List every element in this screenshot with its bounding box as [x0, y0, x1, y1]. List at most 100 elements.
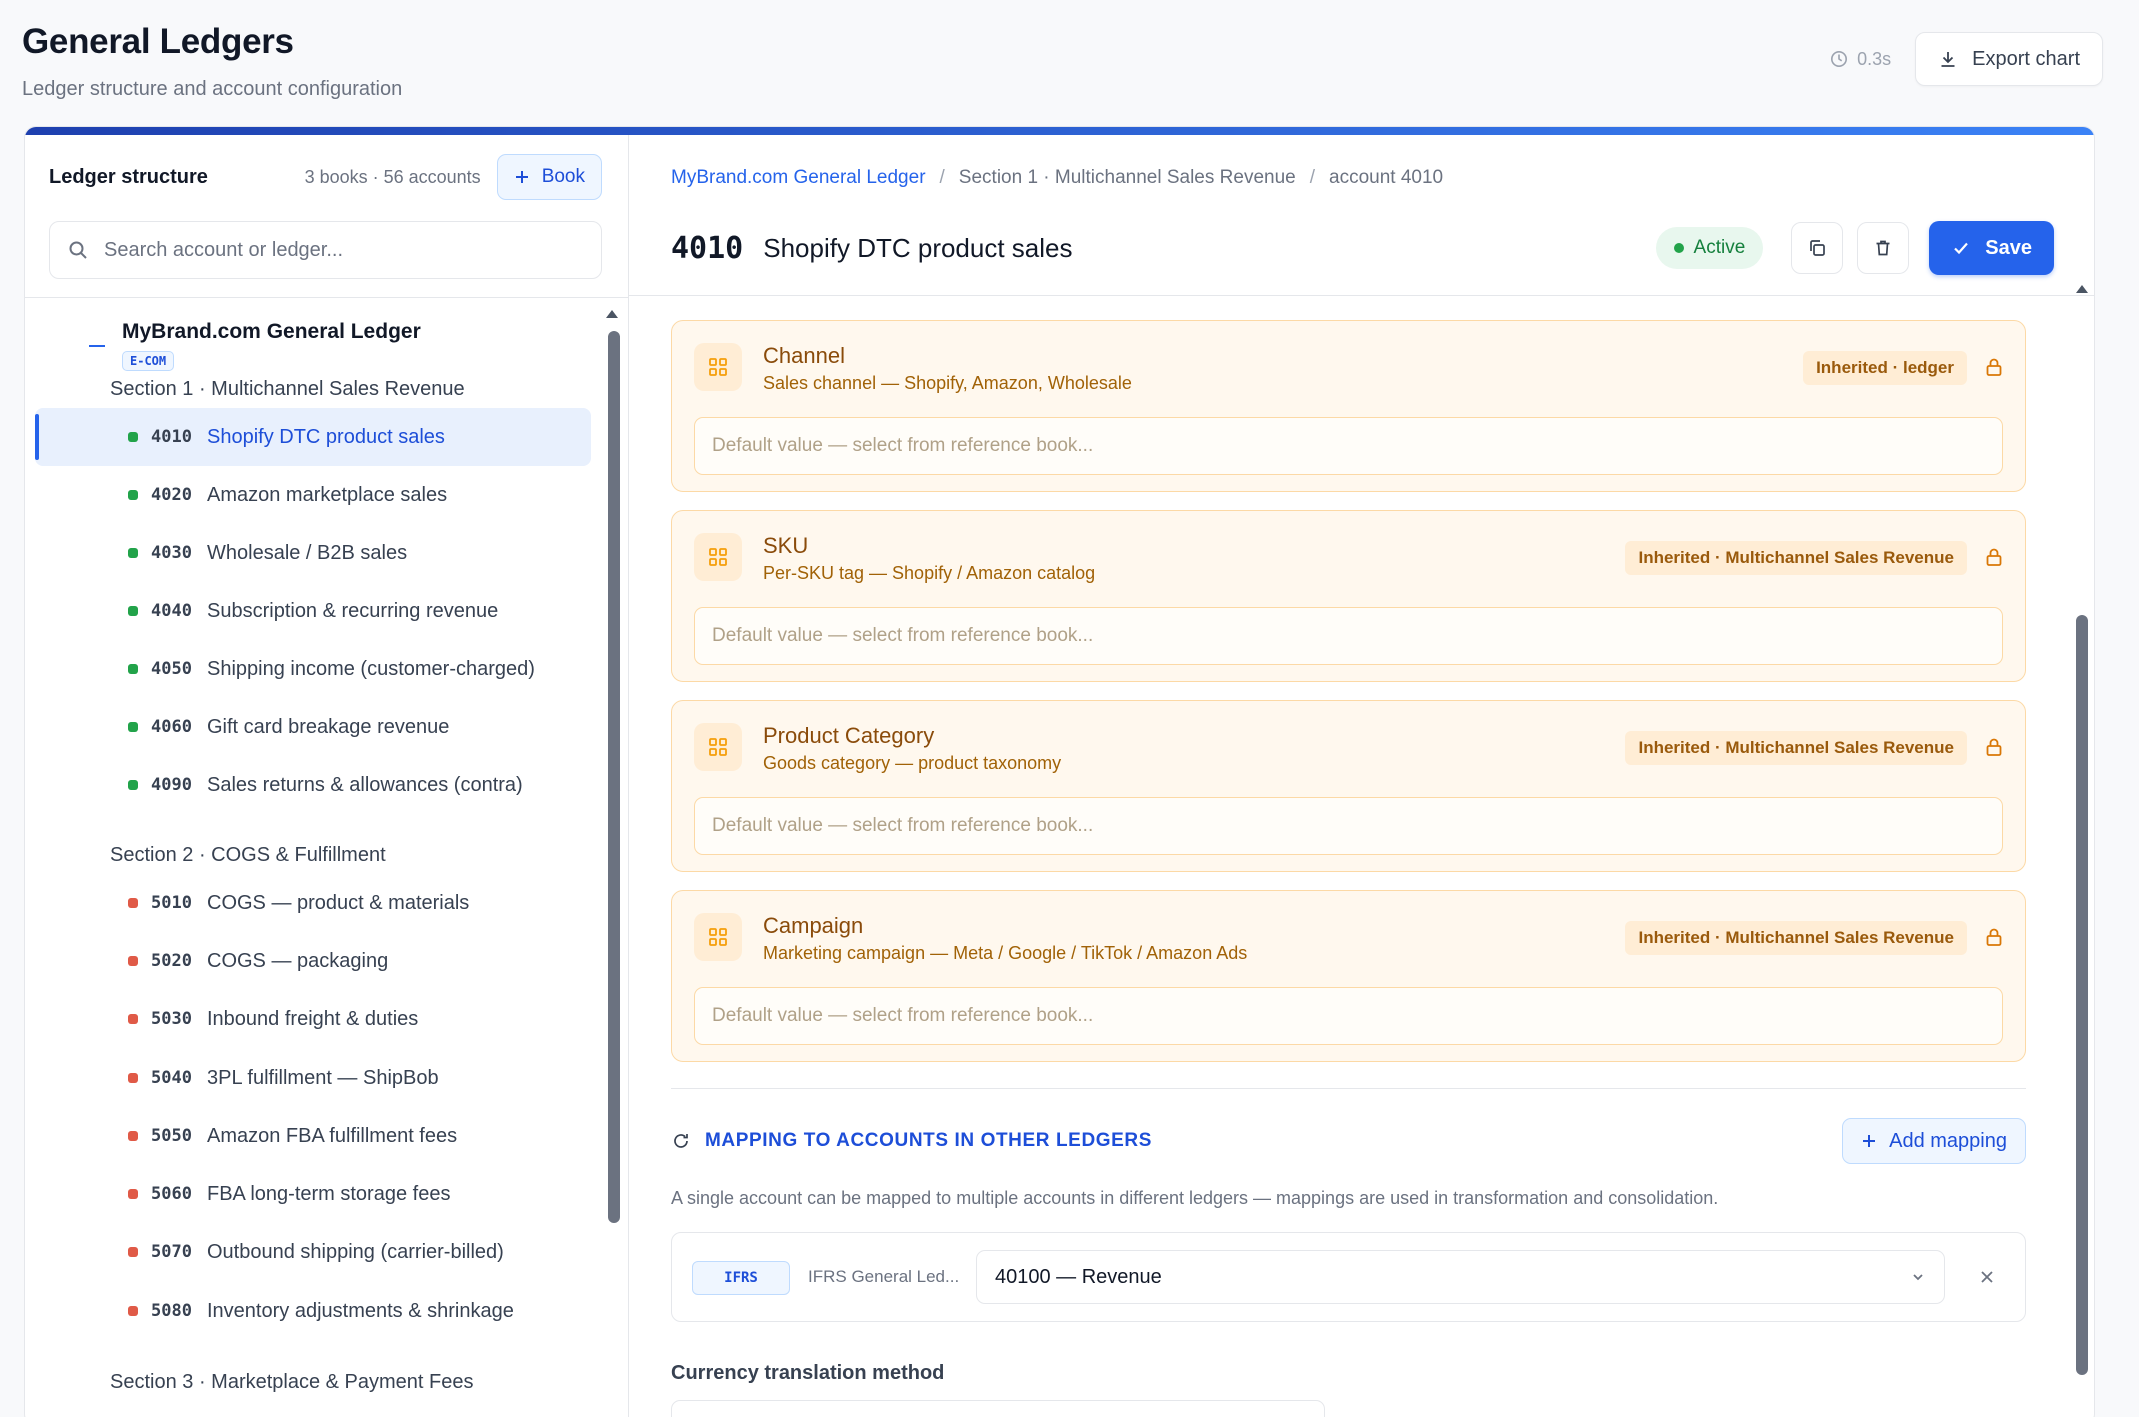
default-value-input[interactable]: [712, 815, 1985, 837]
chevron-down-icon: [1913, 1274, 1923, 1281]
lock-icon: [1986, 738, 2002, 756]
account-code: 5080: [151, 1301, 192, 1321]
collapse-toggle[interactable]: [89, 345, 105, 347]
account-row-4030[interactable]: 4030 Wholesale / B2B sales: [35, 524, 591, 582]
account-type-dot: [128, 1131, 138, 1141]
account-code: 5040: [151, 1068, 192, 1088]
export-chart-button[interactable]: Export chart: [1915, 32, 2103, 86]
default-value-field: [694, 987, 2003, 1045]
analytic-description: Per-SKU tag — Shopify / Amazon catalog: [763, 563, 1096, 583]
check-icon: [1954, 242, 1969, 255]
section-header[interactable]: Section 2 · COGS & Fulfillment: [110, 844, 386, 867]
mapping-header: MAPPING TO ACCOUNTS IN OTHER LEDGERS Add…: [671, 1118, 2026, 1164]
default-value-input[interactable]: [712, 625, 1985, 647]
detail-scroll-up[interactable]: [2076, 285, 2088, 293]
target-account-value: 40100 — Revenue: [995, 1265, 1162, 1288]
add-mapping-label: Add mapping: [1889, 1129, 2007, 1152]
save-button[interactable]: Save: [1929, 221, 2054, 275]
sidebar-title: Ledger structure: [49, 165, 208, 188]
account-row-5030[interactable]: 5030 Inbound freight & duties: [35, 990, 591, 1048]
analytic-card-sku: SKU Per-SKU tag — Shopify / Amazon catal…: [671, 510, 2026, 682]
export-chart-label: Export chart: [1972, 47, 2080, 70]
account-header: 4010 Shopify DTC product sales Active Sa…: [671, 219, 2054, 277]
account-row-5010[interactable]: 5010 COGS — product & materials: [35, 874, 591, 932]
account-row-4010[interactable]: 4010 Shopify DTC product sales: [35, 408, 591, 466]
account-name: COGS — packaging: [207, 949, 389, 972]
account-type-dot: [128, 1306, 138, 1316]
account-row-4060[interactable]: 4060 Gift card breakage revenue: [35, 698, 591, 756]
lock-icon: [1986, 548, 2002, 566]
account-row-4040[interactable]: 4040 Subscription & recurring revenue: [35, 582, 591, 640]
account-row-4020[interactable]: 4020 Amazon marketplace sales: [35, 466, 591, 524]
inherited-badge: Inherited · Multichannel Sales Revenue: [1625, 731, 1967, 765]
lock-icon: [1986, 358, 2002, 376]
analytic-title: Product Category: [763, 723, 935, 748]
grid-icon: [694, 533, 742, 581]
account-type-dot: [128, 1073, 138, 1083]
ledger-tag: E-COM: [122, 351, 175, 371]
mapping-help-text: A single account can be mapped to multip…: [671, 1188, 1719, 1208]
duplicate-button[interactable]: [1791, 222, 1844, 274]
account-row-5060[interactable]: 5060 FBA long-term storage fees: [35, 1165, 591, 1223]
account-name: Inbound freight & duties: [207, 1007, 419, 1030]
account-type-dot: [128, 432, 138, 442]
section-header[interactable]: Section 3 · Marketplace & Payment Fees: [110, 1371, 474, 1394]
account-detail-panel: MyBrand.com General Ledger / Section 1 ·…: [629, 135, 2094, 1417]
detail-scrollbar[interactable]: [2076, 615, 2088, 1375]
target-account-select[interactable]: 40100 — Revenue: [976, 1250, 1945, 1304]
page-subtitle: Ledger structure and account configurati…: [22, 78, 403, 100]
account-row-4050[interactable]: 4050 Shipping income (customer-charged): [35, 640, 591, 698]
status-dot: [1673, 243, 1684, 253]
account-type-dot: [128, 898, 138, 908]
inherited-badge: Inherited · ledger: [1803, 351, 1967, 385]
ledger-name[interactable]: MyBrand.com General Ledger: [122, 320, 421, 344]
account-name: Amazon marketplace sales: [207, 483, 448, 506]
mapping-title: MAPPING TO ACCOUNTS IN OTHER LEDGERS: [705, 1130, 1153, 1151]
inherited-badge: Inherited · Multichannel Sales Revenue: [1625, 921, 1967, 955]
close-icon[interactable]: [1977, 1267, 1997, 1287]
page-title: General Ledgers: [22, 22, 294, 61]
account-type-dot: [128, 490, 138, 500]
currency-translation-label: Currency translation method: [671, 1362, 945, 1384]
account-row-5070[interactable]: 5070 Outbound shipping (carrier-billed): [35, 1223, 591, 1281]
status-label: Active: [1693, 237, 1746, 258]
breadcrumb-ledger[interactable]: MyBrand.com General Ledger: [671, 167, 926, 189]
default-value-field: [694, 797, 2003, 855]
sidebar-header: Ledger structure 3 books · 56 accounts B…: [49, 153, 602, 201]
sidebar-scrollbar[interactable]: [608, 331, 620, 1223]
lock-icon: [1986, 928, 2002, 946]
default-value-input[interactable]: [712, 1005, 1985, 1027]
status-badge[interactable]: Active: [1655, 227, 1764, 269]
account-name: FBA long-term storage fees: [207, 1182, 451, 1205]
account-code: 4050: [151, 659, 192, 679]
account-type-dot: [128, 1014, 138, 1024]
account-row-5080[interactable]: 5080 Inventory adjustments & shrinkage: [35, 1282, 591, 1340]
default-value-input[interactable]: [712, 435, 1985, 457]
delete-button[interactable]: [1857, 222, 1910, 274]
save-label: Save: [1985, 236, 2032, 259]
section-header[interactable]: Section 1 · Multichannel Sales Revenue: [110, 378, 465, 401]
account-type-dot: [128, 548, 138, 558]
account-name: Inventory adjustments & shrinkage: [207, 1299, 514, 1322]
account-name: Subscription & recurring revenue: [207, 599, 499, 622]
add-book-button[interactable]: Book: [496, 154, 602, 200]
account-type-dot: [128, 780, 138, 790]
currency-translation-select[interactable]: [671, 1400, 1325, 1417]
breadcrumb-section[interactable]: Section 1 · Multichannel Sales Revenue: [959, 167, 1296, 189]
sidebar-scroll-up[interactable]: [606, 310, 618, 318]
plus-icon: [515, 171, 528, 183]
mapping-divider: [671, 1088, 2026, 1089]
account-name: Sales returns & allowances (contra): [207, 773, 523, 796]
breadcrumb-separator: /: [939, 167, 945, 188]
header-tools: 0.3s Export chart: [1830, 32, 2103, 86]
clock-icon: [1831, 50, 1848, 68]
account-row-5020[interactable]: 5020 COGS — packaging: [35, 932, 591, 990]
analytic-description: Marketing campaign — Meta / Google / Tik…: [763, 943, 1248, 963]
account-row-4090[interactable]: 4090 Sales returns & allowances (contra): [35, 756, 591, 814]
account-row-5050[interactable]: 5050 Amazon FBA fulfillment fees: [35, 1107, 591, 1165]
search-input[interactable]: [104, 238, 583, 262]
add-mapping-button[interactable]: Add mapping: [1842, 1118, 2026, 1164]
account-name: COGS — product & materials: [207, 891, 470, 914]
account-code: 5030: [151, 1009, 192, 1029]
account-row-5040[interactable]: 5040 3PL fulfillment — ShipBob: [35, 1049, 591, 1107]
